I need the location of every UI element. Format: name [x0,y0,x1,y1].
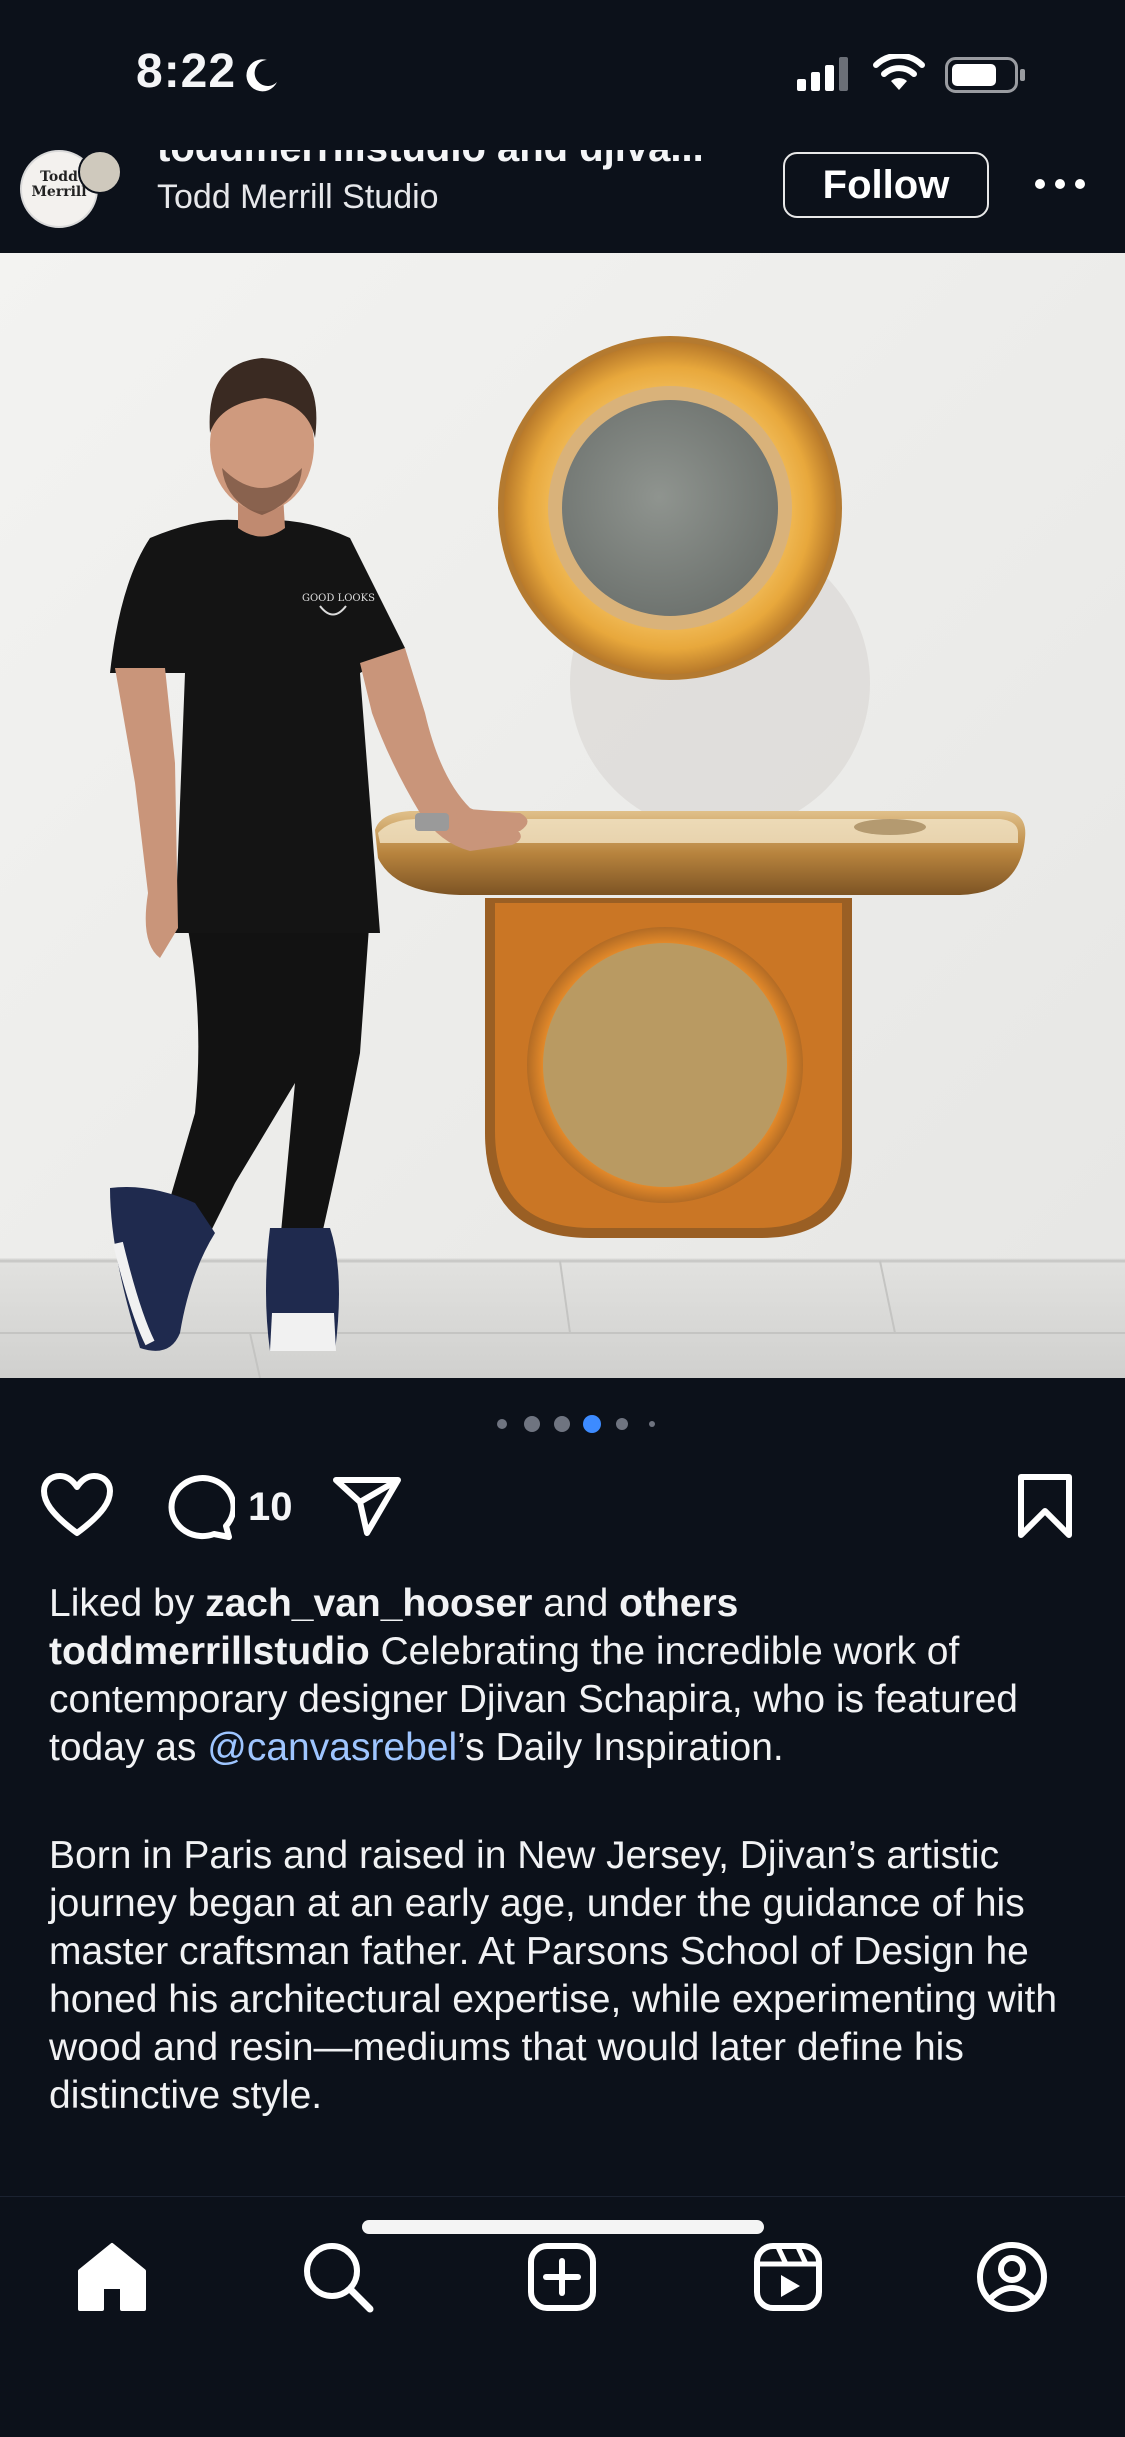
caption-paragraph-2: Born in Paris and raised in New Jersey, … [49,1834,1058,2117]
liked-by-user[interactable]: zach_van_hooser [205,1582,532,1625]
author-display-name[interactable]: Todd Merrill Studio [157,178,439,217]
status-bar: 8:22 [0,0,1125,150]
liked-by-and: and [532,1582,620,1625]
follow-button[interactable]: Follow [783,152,989,218]
pager-dot [524,1416,540,1432]
cellular-signal-icon [797,57,848,91]
search-icon[interactable] [298,2237,378,2317]
home-icon[interactable] [72,2237,152,2317]
share-paper-plane-icon[interactable] [332,1475,402,1537]
pager-dot [554,1416,570,1432]
pager-dot [616,1418,628,1430]
pager-dot-active [583,1415,601,1433]
liked-by-line: Liked by zach_van_hooser and others [49,1580,1089,1628]
post-header: Todd Merrill toddmerrillstudio and djiva… [0,150,1125,253]
battery-icon [945,57,1025,93]
shirt-print-text: GOOD LOOKS [302,593,375,604]
caption-text: toddmerrillstudio Celebrating the incred… [49,1628,1089,1772]
pager-dot [649,1421,655,1427]
post-caption: Liked by zach_van_hooser and others todd… [49,1580,1089,2120]
pager-dot [497,1419,507,1429]
post-image: GOOD LOOKS [0,253,1125,1378]
caption-text-part2: ’s Daily Inspiration. [457,1726,784,1769]
create-post-icon[interactable] [522,2237,602,2317]
do-not-disturb-moon-icon [246,59,277,92]
collab-usernames[interactable]: toddmerrillstudio and djiva... [157,150,704,171]
bookmark-save-icon[interactable] [1016,1473,1074,1539]
comment-count[interactable]: 10 [248,1485,293,1530]
caption-username[interactable]: toddmerrillstudio [49,1630,370,1673]
home-indicator[interactable] [362,2220,764,2234]
post-photo[interactable]: GOOD LOOKS [0,253,1125,1378]
comment-bubble-icon[interactable] [163,1473,235,1541]
liked-by-others[interactable]: others [619,1582,738,1625]
reels-icon[interactable] [748,2237,828,2317]
liked-by-prefix: Liked by [49,1582,206,1625]
collaborator-avatar[interactable] [78,150,122,194]
heart-like-icon[interactable] [40,1473,114,1539]
status-time: 8:22 [136,45,237,98]
profile-icon[interactable] [972,2237,1052,2317]
caption-mention[interactable]: @canvasrebel [207,1726,457,1769]
wifi-icon [873,54,925,90]
post-actions: 10 [0,1465,1125,1545]
carousel-pager [497,1415,655,1433]
more-options-icon[interactable] [1030,164,1090,204]
